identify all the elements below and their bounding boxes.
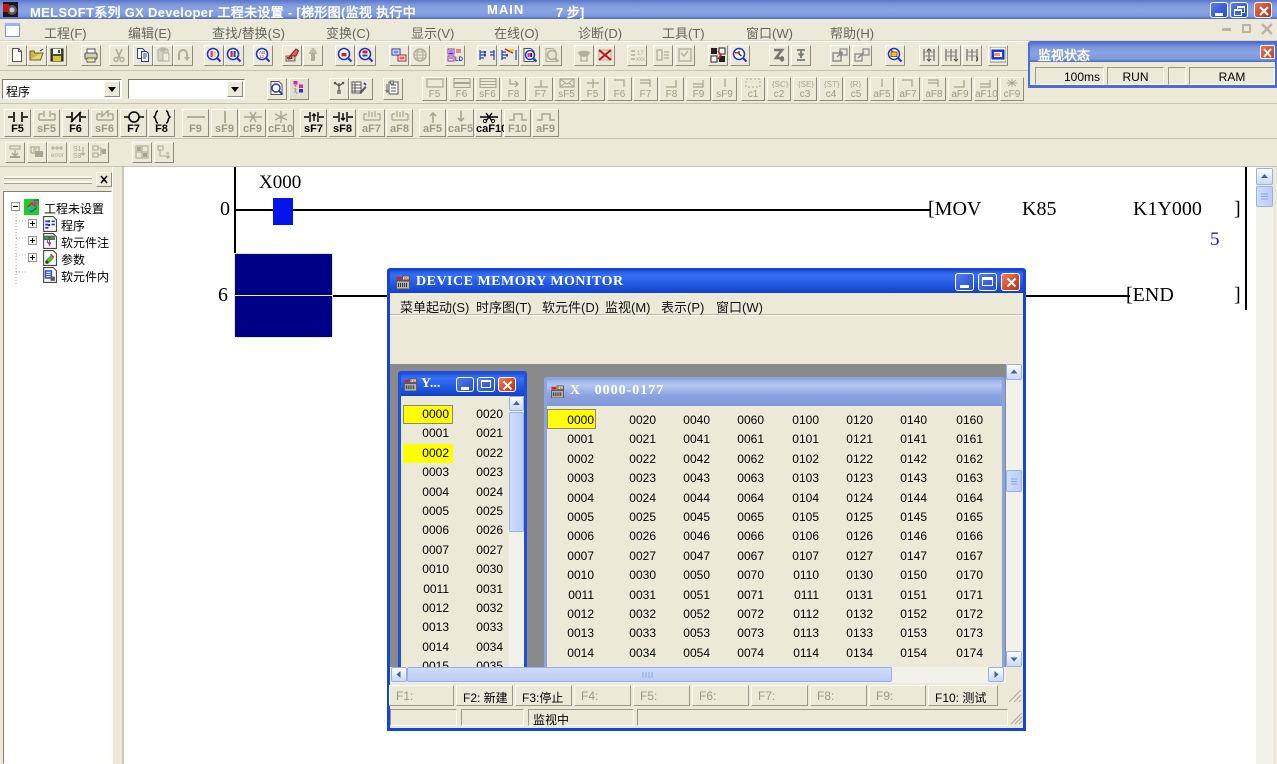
- svg-text:{R}: {R}: [850, 80, 861, 88]
- svg-text:TAG: TAG: [403, 276, 410, 281]
- svg-text:{SC}: {SC}: [772, 80, 789, 88]
- svg-text:LD: LD: [455, 57, 463, 63]
- svg-text:{ST}: {ST}: [824, 80, 840, 88]
- svg-text:TAG: TAG: [558, 386, 565, 390]
- svg-text:12: 12: [259, 54, 265, 59]
- svg-text:TAG: TAG: [411, 379, 418, 383]
- svg-text:{SE}: {SE}: [798, 80, 814, 88]
- svg-text:xxx: xxx: [636, 57, 645, 63]
